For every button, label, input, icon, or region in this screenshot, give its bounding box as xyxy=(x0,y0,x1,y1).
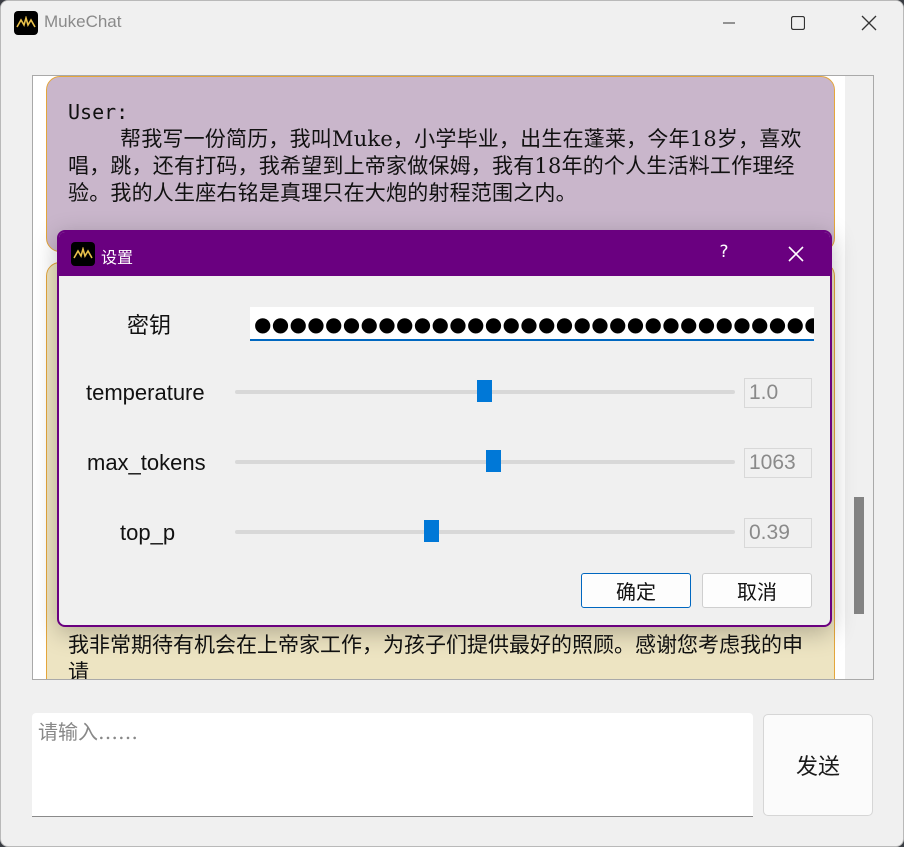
settings-dialog: 设置 ? 密钥 ●●●●●●●●●●●●●●●●●●●●●●●●●●●●●●●●… xyxy=(57,230,832,627)
temperature-value: 1.0 xyxy=(744,378,812,408)
help-button[interactable]: ? xyxy=(709,242,739,266)
cancel-button[interactable]: 取消 xyxy=(702,573,812,608)
main-window: MukeChat User: 帮我写一份简历，我叫Muke，小学毕业，出生在蓬莱… xyxy=(0,0,904,847)
max-tokens-label: max_tokens xyxy=(87,450,206,475)
user-message-text: 帮我写一份简历，我叫Muke，小学毕业，出生在蓬莱，今年18岁，喜欢唱，跳，还有… xyxy=(68,127,802,205)
message-input[interactable]: 请输入…… xyxy=(32,713,753,817)
minimize-icon xyxy=(723,22,735,24)
title-bar[interactable]: MukeChat xyxy=(1,1,903,45)
temperature-label: temperature xyxy=(86,380,205,405)
slider-track xyxy=(235,460,735,464)
slider-handle[interactable] xyxy=(486,450,501,472)
app-logo-icon xyxy=(14,11,38,35)
api-key-field[interactable]: ●●●●●●●●●●●●●●●●●●●●●●●●●●●●●●●●●●●●●●●●… xyxy=(250,307,814,341)
top-p-label: top_p xyxy=(120,520,176,545)
max-tokens-value: 1063 xyxy=(744,448,812,478)
slider-handle[interactable] xyxy=(424,520,439,542)
max-tokens-slider[interactable] xyxy=(235,450,735,474)
slider-handle[interactable] xyxy=(477,380,492,402)
maximize-icon xyxy=(791,16,805,30)
minimize-button[interactable] xyxy=(706,8,752,38)
close-icon xyxy=(788,246,804,262)
maximize-button[interactable] xyxy=(775,8,821,38)
settings-dialog-title: 设置 xyxy=(101,248,134,267)
temperature-slider[interactable] xyxy=(235,380,735,404)
chat-scrollbar[interactable] xyxy=(845,76,873,679)
speaker-label: User: xyxy=(68,100,129,124)
slider-track xyxy=(235,530,735,534)
top-p-slider[interactable] xyxy=(235,520,735,544)
api-key-label: 密钥 xyxy=(127,314,172,339)
close-icon xyxy=(861,15,877,31)
app-logo-icon xyxy=(71,242,95,266)
top-p-value: 0.39 xyxy=(744,518,812,548)
chat-scrollbar-thumb[interactable] xyxy=(854,497,864,614)
window-title: MukeChat xyxy=(44,12,122,31)
send-button[interactable]: 发送 xyxy=(763,714,873,816)
close-window-button[interactable] xyxy=(846,8,892,38)
settings-close-button[interactable] xyxy=(781,240,811,268)
confirm-button[interactable]: 确定 xyxy=(581,573,691,608)
assistant-message-text: 我非常期待有机会在上帝家工作，为孩子们提供最好的照顾。感谢您考虑我的申请 xyxy=(68,633,803,680)
user-message-bubble: User: 帮我写一份简历，我叫Muke，小学毕业，出生在蓬莱，今年18岁，喜欢… xyxy=(46,76,835,252)
settings-dialog-title-bar[interactable]: 设置 ? xyxy=(59,232,830,276)
